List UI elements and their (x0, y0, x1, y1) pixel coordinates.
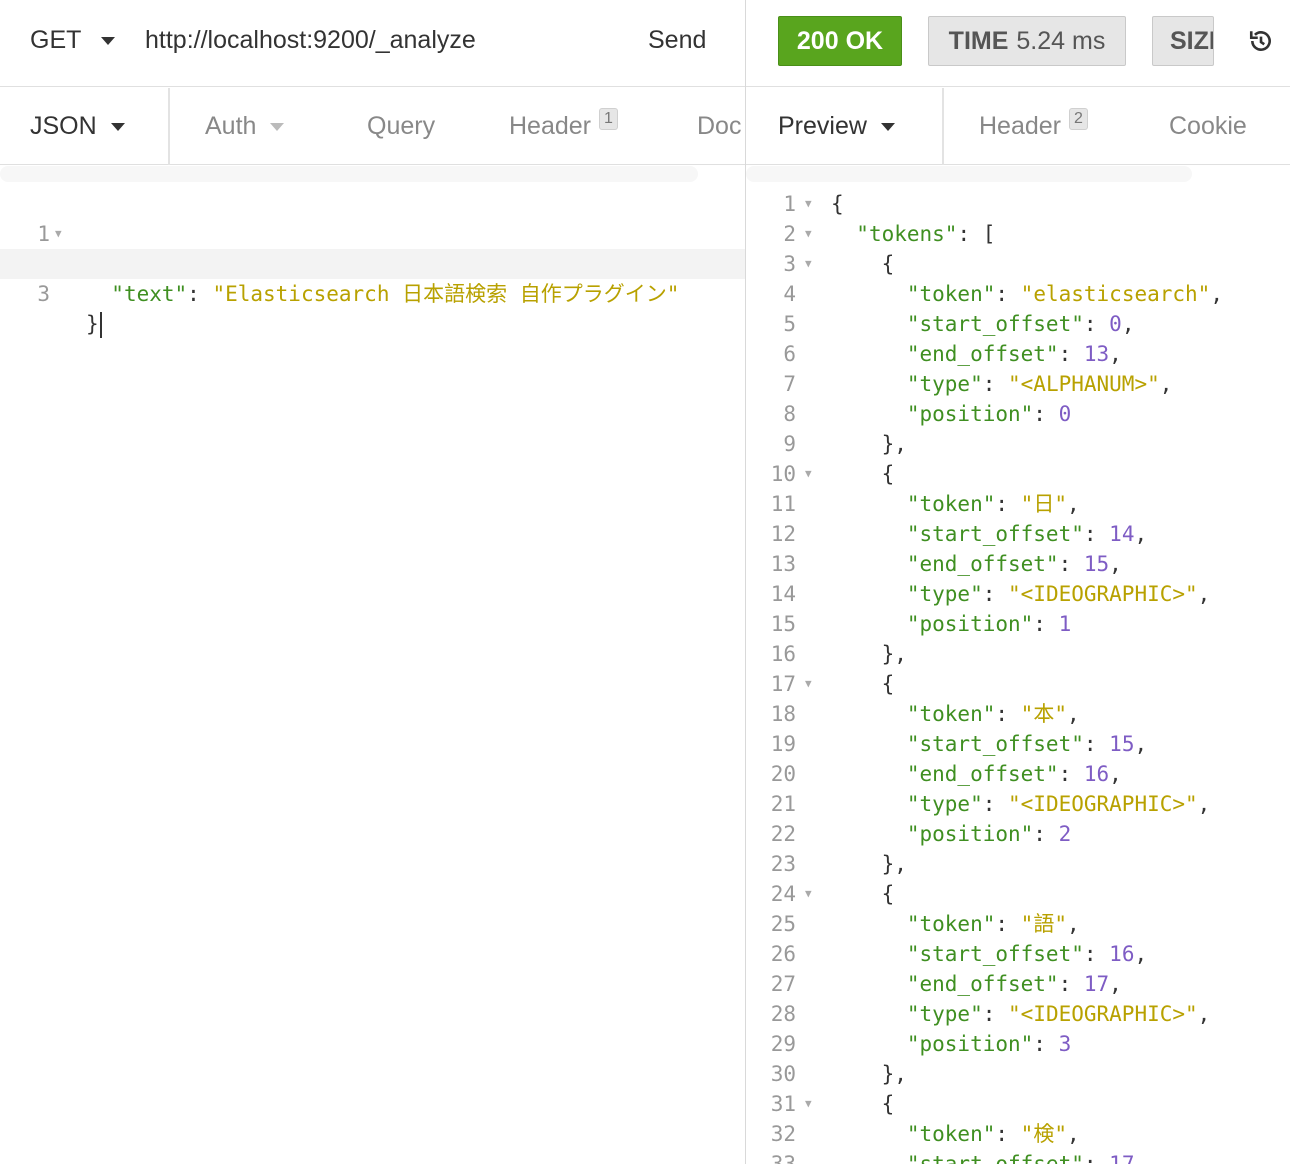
code-line: 11 "token": "日", (770, 492, 1080, 516)
fold-arrow-icon[interactable]: ▼ (805, 459, 812, 489)
status-badge: 200 OK (778, 16, 902, 66)
code-line: 22 "position": 2 (770, 822, 1072, 846)
tab-header-label: Header (509, 112, 591, 140)
code-line: 10 ▼ { (746, 459, 1290, 489)
code-line: 20 "end_offset": 16, (770, 762, 1122, 786)
horizontal-scrollbar[interactable] (746, 166, 1192, 182)
url-input[interactable]: http://localhost:9200/_analyze (145, 26, 476, 55)
code-line: 13 "end_offset": 15, (770, 552, 1122, 576)
request-body-editor[interactable]: 1▼ { 2 "text": "Elasticsearch 日本語検索 自作プラ… (0, 189, 745, 1164)
code-line: 23 }, (770, 852, 907, 876)
code-line: 15 "position": 1 (770, 612, 1072, 636)
time-badge: TIME 5.24 ms (928, 16, 1126, 66)
fold-arrow-icon[interactable]: ▼ (805, 219, 812, 249)
code-line: 18 "token": "本", (770, 702, 1080, 726)
header-count-badge: 1 (599, 107, 618, 130)
code-line: 28 "type": "<IDEOGRAPHIC>", (770, 1002, 1211, 1026)
code-line: 32 "token": "検", (770, 1122, 1080, 1146)
tab-cookie[interactable]: Cookie (1169, 88, 1247, 165)
request-url-bar: GET http://localhost:9200/_analyze Send (0, 0, 745, 87)
code-line: 30 }, (770, 1062, 907, 1086)
tab-underline (946, 164, 1136, 165)
tab-underline (476, 164, 660, 165)
response-pane: 200 OK TIME5.24 ms SIZE Preview Header 2… (746, 0, 1290, 1164)
response-tabs: Preview Header 2 Cookie (746, 88, 1290, 165)
chevron-down-icon (880, 122, 895, 131)
tab-docs[interactable]: Doc (697, 88, 741, 165)
code-line: 1 ▼{ (746, 189, 1290, 219)
fold-arrow-icon[interactable]: ▼ (805, 189, 812, 219)
tab-divider (168, 88, 170, 165)
code-line: 14 "type": "<IDEOGRAPHIC>", (770, 582, 1211, 606)
code-line: 2 ▼ "tokens": [ (746, 219, 1290, 249)
code-line: 25 "token": "語", (770, 912, 1080, 936)
response-body-viewer: 1 ▼{2 ▼ "tokens": [3 ▼ { 4 "token": "elastic… (746, 189, 1290, 1164)
code-line: 27 "end_offset": 17, (770, 972, 1122, 996)
code-line: 16 }, (770, 642, 907, 666)
code-line: 6 "end_offset": 13, (783, 342, 1122, 366)
tab-underline (1140, 164, 1290, 165)
chevron-down-icon (101, 36, 116, 45)
code-line: 3 } (0, 249, 745, 338)
fold-arrow-icon[interactable]: ▼ (805, 879, 812, 909)
fold-arrow-icon[interactable]: ▼ (805, 669, 812, 699)
tab-header[interactable]: Header 1 (509, 88, 618, 165)
fold-arrow-icon[interactable]: ▼ (805, 249, 812, 279)
code-line: 21 "type": "<IDEOGRAPHIC>", (770, 792, 1211, 816)
method-selector[interactable]: GET (30, 26, 116, 55)
header-count-badge: 2 (1069, 107, 1088, 130)
code-line: 19 "start_offset": 15, (770, 732, 1148, 756)
code-line: 26 "start_offset": 16, (770, 942, 1148, 966)
code-line: 7 "type": "<ALPHANUM>", (783, 372, 1173, 396)
tab-underline (334, 164, 472, 165)
tab-preview[interactable]: Preview (778, 88, 895, 165)
code-line: 29 "position": 3 (770, 1032, 1072, 1056)
request-pane: GET http://localhost:9200/_analyze Send … (0, 0, 745, 1164)
size-badge: SIZE (1152, 16, 1214, 66)
tab-docs-label: Doc (697, 112, 742, 140)
tab-json[interactable]: JSON (30, 88, 125, 165)
send-button[interactable]: Send (648, 26, 706, 55)
code-line: 1▼ { (0, 189, 745, 276)
tab-query[interactable]: Query (367, 88, 435, 165)
tab-auth-label: Auth (205, 112, 257, 140)
code-line: 24 ▼ { (746, 879, 1290, 909)
tab-response-header[interactable]: Header 2 (979, 88, 1088, 165)
tab-preview-label: Preview (778, 112, 867, 140)
response-status-bar: 200 OK TIME5.24 ms SIZE (746, 0, 1290, 87)
code-line: 9 }, (783, 432, 907, 456)
horizontal-scrollbar[interactable] (0, 166, 698, 182)
tab-response-header-label: Header (979, 112, 1061, 140)
history-icon[interactable] (1248, 28, 1274, 54)
tab-underline (172, 164, 330, 165)
code-line: 12 "start_offset": 14, (770, 522, 1148, 546)
chevron-down-icon (110, 122, 125, 131)
code-line: 33 "start_offset": 17, (770, 1152, 1148, 1164)
code-line: 2 "text": "Elasticsearch 日本語検索 自作プラグイン" (37, 252, 680, 306)
tab-divider (942, 88, 944, 165)
code-line: 31 ▼ { (746, 1089, 1290, 1119)
chevron-down-icon (270, 122, 285, 131)
code-line: 5 "start_offset": 0, (783, 312, 1135, 336)
text-cursor (99, 312, 102, 338)
code-line: 17 ▼ { (746, 669, 1290, 699)
tab-query-label: Query (367, 112, 436, 140)
code-line: 8 "position": 0 (783, 402, 1072, 426)
fold-arrow-icon[interactable]: ▼ (805, 1089, 812, 1119)
request-tabs: JSON Auth Query Header 1 Doc (0, 88, 745, 165)
method-label: GET (30, 26, 82, 54)
tab-json-label: JSON (30, 112, 97, 140)
tab-cookie-label: Cookie (1169, 112, 1247, 140)
code-line: 3 ▼ { (746, 249, 1290, 279)
tab-auth[interactable]: Auth (205, 88, 285, 165)
code-line: 4 "token": "elasticsearch", (783, 282, 1223, 306)
